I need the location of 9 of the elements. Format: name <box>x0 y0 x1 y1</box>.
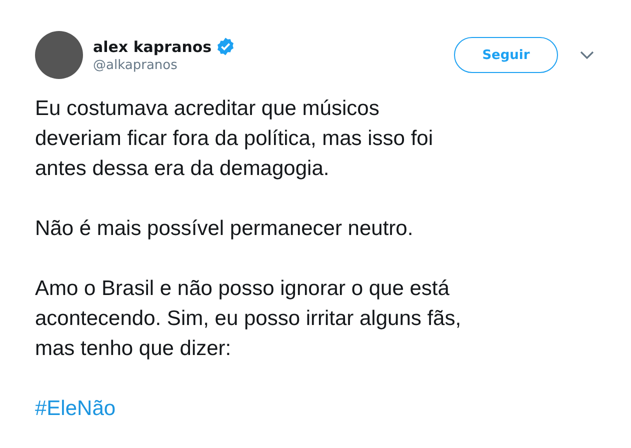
avatar-photo-placeholder[interactable] <box>35 31 83 79</box>
hashtag-link[interactable]: #EleNão <box>35 394 116 424</box>
author-name[interactable]: alex kapranos <box>93 38 212 56</box>
tweet-paragraph: Eu costumava acreditar que músicos deveriam ficar fora da política, mas isso foi antes dessa era da demagogia. <box>35 96 434 182</box>
chevron-down-icon[interactable] <box>580 51 594 59</box>
author-handle[interactable]: @alkapranos <box>93 58 454 73</box>
follow-button[interactable]: Seguir <box>454 37 558 73</box>
tweet-paragraph: Amo o Brasil e não posso ignorar o que está acontecendo. Sim, eu posso irritar alguns fãs, mas tenho que dizer: <box>35 276 462 362</box>
tweet-paragraph: Não é mais possível permanecer neutro. <box>35 216 414 242</box>
